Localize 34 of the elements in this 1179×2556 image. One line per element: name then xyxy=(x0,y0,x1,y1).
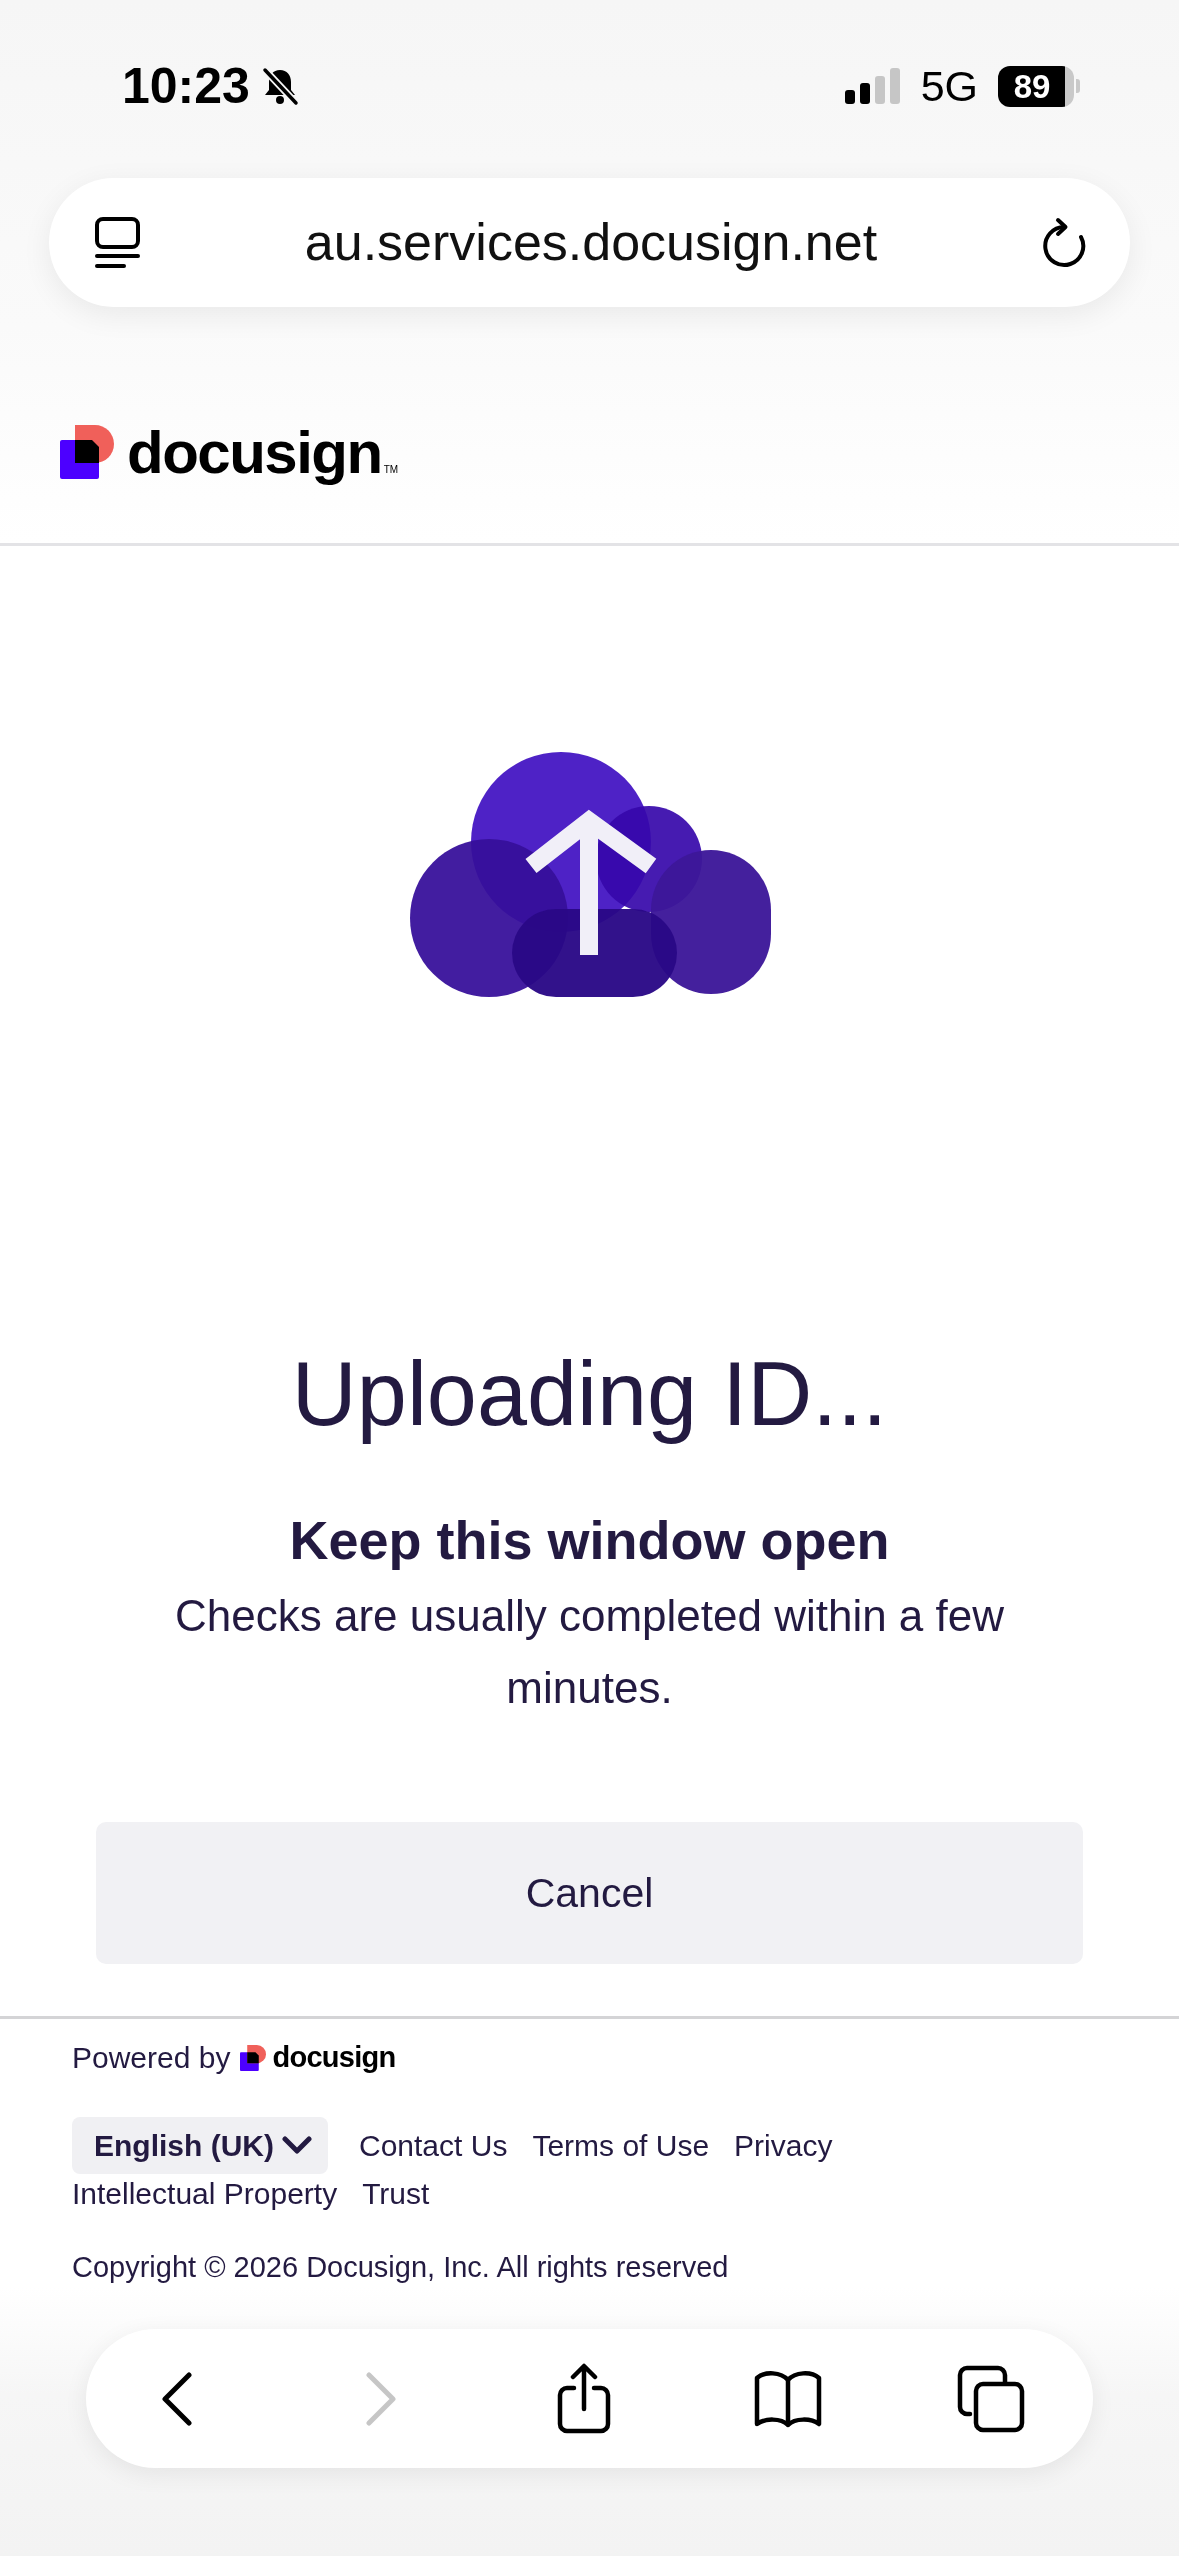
cancel-button[interactable]: Cancel xyxy=(96,1822,1083,1964)
cloud-upload-icon xyxy=(408,752,771,997)
signal-bars-icon xyxy=(844,68,901,104)
chevron-right-icon xyxy=(364,2371,397,2426)
copyright-text: Copyright © 2026 Docusign, Inc. All rights reserved xyxy=(72,2250,730,2285)
tabs-icon xyxy=(957,2364,1025,2433)
status-subtitle: Keep this window open xyxy=(289,1509,890,1572)
reload-button[interactable] xyxy=(1041,216,1088,269)
logo-wordmark: docusign xyxy=(272,2041,396,2075)
footer-link[interactable]: Contact Us xyxy=(359,2125,508,2166)
page-menu-button[interactable] xyxy=(94,216,141,269)
language-dropdown[interactable]: English (UK) xyxy=(72,2117,328,2174)
open-book-icon xyxy=(752,2369,823,2428)
status-message: Checks are usually completed within a few minutes. xyxy=(173,1590,1006,1714)
logo-wordmark: docusign xyxy=(127,417,382,487)
footer-link[interactable]: Intellectual Property xyxy=(72,2174,338,2214)
address-bar[interactable]: au.services.docusign.net xyxy=(49,178,1130,307)
footer-link[interactable]: Privacy xyxy=(734,2125,833,2166)
chevron-left-icon xyxy=(161,2371,193,2426)
status-time: 10:23 xyxy=(122,61,250,111)
reload-icon xyxy=(1041,216,1088,269)
page-menu-icon xyxy=(94,216,141,269)
chevron-down-icon xyxy=(282,2136,312,2155)
share-icon xyxy=(556,2362,612,2435)
trademark-label: TM xyxy=(383,464,399,475)
page-title: Uploading ID... xyxy=(291,1343,888,1446)
powered-by-label: Powered by xyxy=(72,2040,231,2076)
docusign-logo-icon xyxy=(240,2045,267,2071)
battery-indicator: 89 xyxy=(998,65,1080,107)
docusign-logo-icon xyxy=(60,425,114,479)
url-text: au.services.docusign.net xyxy=(304,212,878,274)
footer-link[interactable]: Terms of Use xyxy=(532,2125,710,2166)
footer-link[interactable]: Trust xyxy=(362,2174,430,2214)
network-type-label: 5G xyxy=(920,64,978,108)
